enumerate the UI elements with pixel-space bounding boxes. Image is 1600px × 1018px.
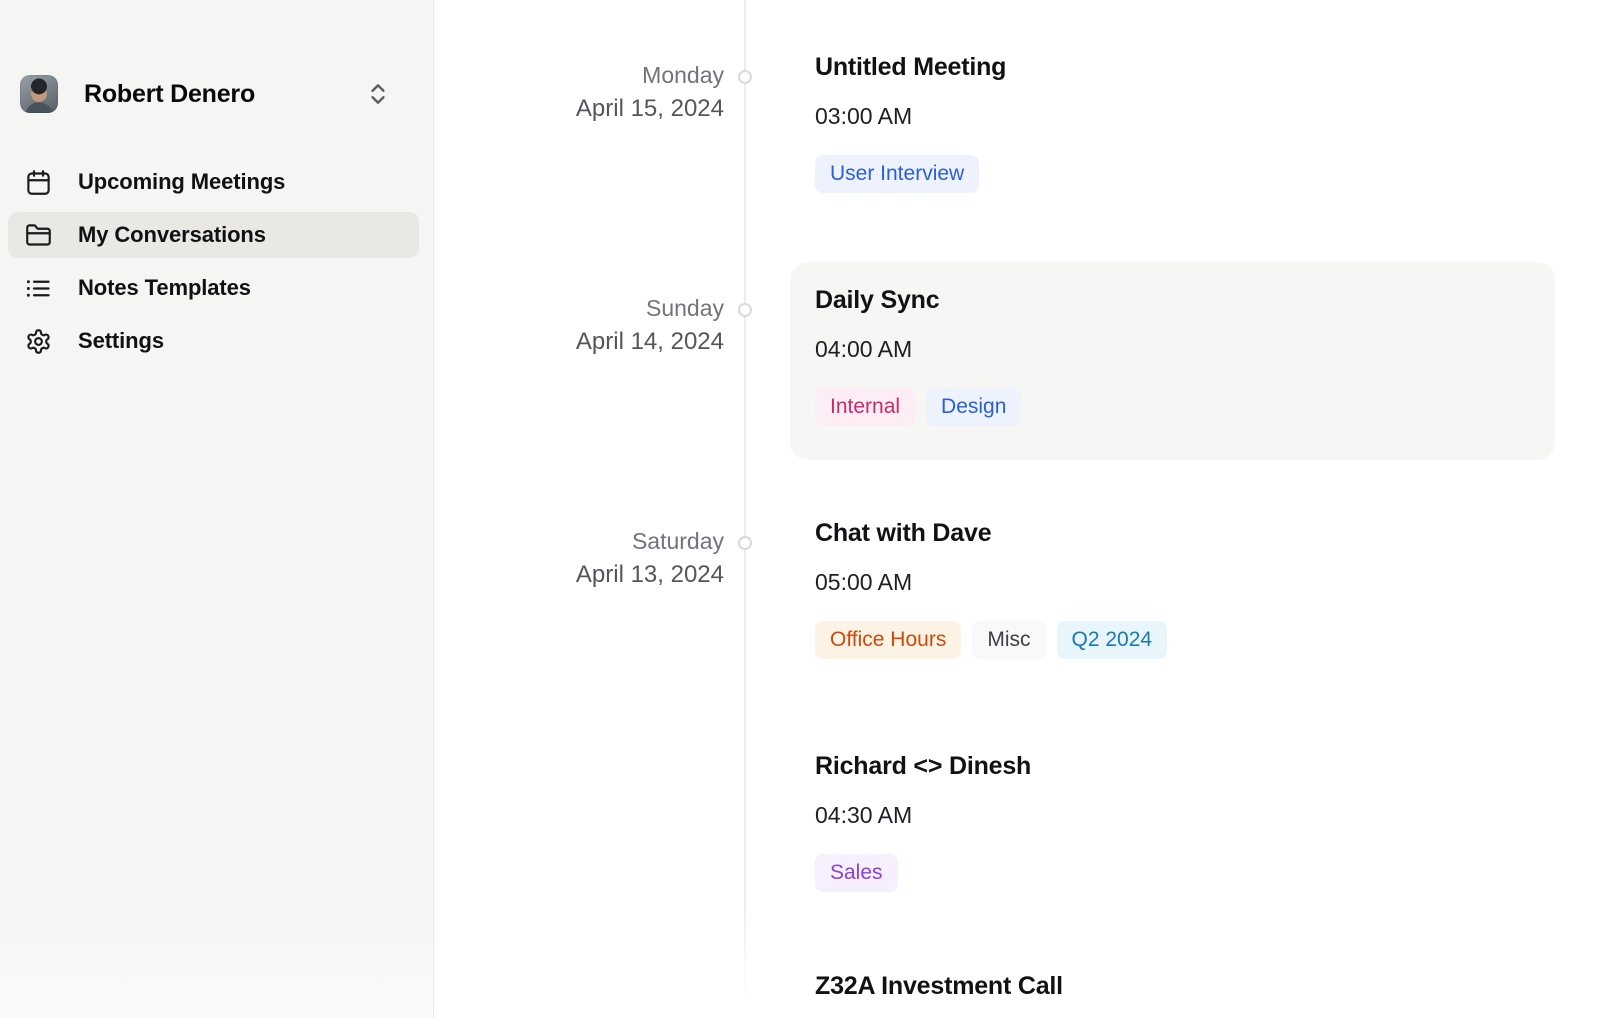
sidebar: Robert Denero Upcoming Meetings <box>0 0 434 1018</box>
meeting-untitled-meeting[interactable]: Untitled Meeting 03:00 AM User Interview <box>815 53 1006 193</box>
sidebar-item-notes-templates[interactable]: Notes Templates <box>8 265 419 311</box>
sidebar-item-label: My Conversations <box>78 222 266 248</box>
tag-list: Office Hours Misc Q2 2024 <box>815 621 1167 659</box>
sidebar-item-label: Settings <box>78 328 164 354</box>
meeting-title: Z32A Investment Call <box>815 972 1063 1001</box>
calendar-icon <box>25 169 52 196</box>
user-name: Robert Denero <box>84 80 255 109</box>
tag-list: Internal Design <box>815 388 1021 426</box>
meeting-richard-dinesh[interactable]: Richard <> Dinesh 04:30 AM Sales <box>815 752 1031 892</box>
tag-list: Sales <box>815 854 1031 892</box>
date-weekday: Saturday <box>434 525 724 558</box>
sidebar-item-my-conversations[interactable]: My Conversations <box>8 212 419 258</box>
meeting-title: Chat with Dave <box>815 519 1167 548</box>
tag-user-interview[interactable]: User Interview <box>815 155 979 193</box>
avatar <box>20 75 58 113</box>
date-block: Saturday April 13, 2024 <box>434 525 724 591</box>
meeting-time: 05:00 AM <box>815 569 1167 596</box>
timeline-dot <box>738 303 752 317</box>
meeting-daily-sync[interactable]: Daily Sync 04:00 AM Internal Design <box>815 286 1021 426</box>
tag-design[interactable]: Design <box>926 388 1021 426</box>
conversations-timeline: Monday April 15, 2024 Untitled Meeting 0… <box>434 0 1600 1018</box>
date-weekday: Sunday <box>434 292 724 325</box>
account-switcher[interactable]: Robert Denero <box>20 72 419 116</box>
tag-office-hours[interactable]: Office Hours <box>815 621 961 659</box>
tag-internal[interactable]: Internal <box>815 388 915 426</box>
date-block: Monday April 15, 2024 <box>434 59 724 125</box>
meeting-time: 04:30 AM <box>815 802 1031 829</box>
tag-q2-2024[interactable]: Q2 2024 <box>1057 621 1168 659</box>
meeting-z32a-investment-call[interactable]: Z32A Investment Call <box>815 972 1063 1001</box>
meeting-title: Daily Sync <box>815 286 1021 315</box>
meeting-title: Richard <> Dinesh <box>815 752 1031 781</box>
timeline-line <box>744 0 746 1002</box>
tag-list: User Interview <box>815 155 1006 193</box>
gear-icon <box>25 328 52 355</box>
tag-misc[interactable]: Misc <box>972 621 1045 659</box>
list-icon <box>25 275 52 302</box>
sidebar-item-upcoming-meetings[interactable]: Upcoming Meetings <box>8 159 419 205</box>
date-full: April 15, 2024 <box>434 92 724 125</box>
timeline-dot <box>738 536 752 550</box>
sidebar-nav: Upcoming Meetings My Conversations <box>8 159 419 371</box>
meeting-chat-with-dave[interactable]: Chat with Dave 05:00 AM Office Hours Mis… <box>815 519 1167 659</box>
chevrons-up-down-icon <box>365 81 391 107</box>
sidebar-item-label: Upcoming Meetings <box>78 169 285 195</box>
app-window: Robert Denero Upcoming Meetings <box>0 0 1600 1018</box>
tag-sales[interactable]: Sales <box>815 854 898 892</box>
date-block: Sunday April 14, 2024 <box>434 292 724 358</box>
date-full: April 13, 2024 <box>434 558 724 591</box>
date-weekday: Monday <box>434 59 724 92</box>
folder-icon <box>25 222 52 249</box>
meeting-time: 03:00 AM <box>815 103 1006 130</box>
sidebar-item-label: Notes Templates <box>78 275 251 301</box>
sidebar-item-settings[interactable]: Settings <box>8 318 419 364</box>
timeline-dot <box>738 70 752 84</box>
date-full: April 14, 2024 <box>434 325 724 358</box>
meeting-title: Untitled Meeting <box>815 53 1006 82</box>
meeting-time: 04:00 AM <box>815 336 1021 363</box>
